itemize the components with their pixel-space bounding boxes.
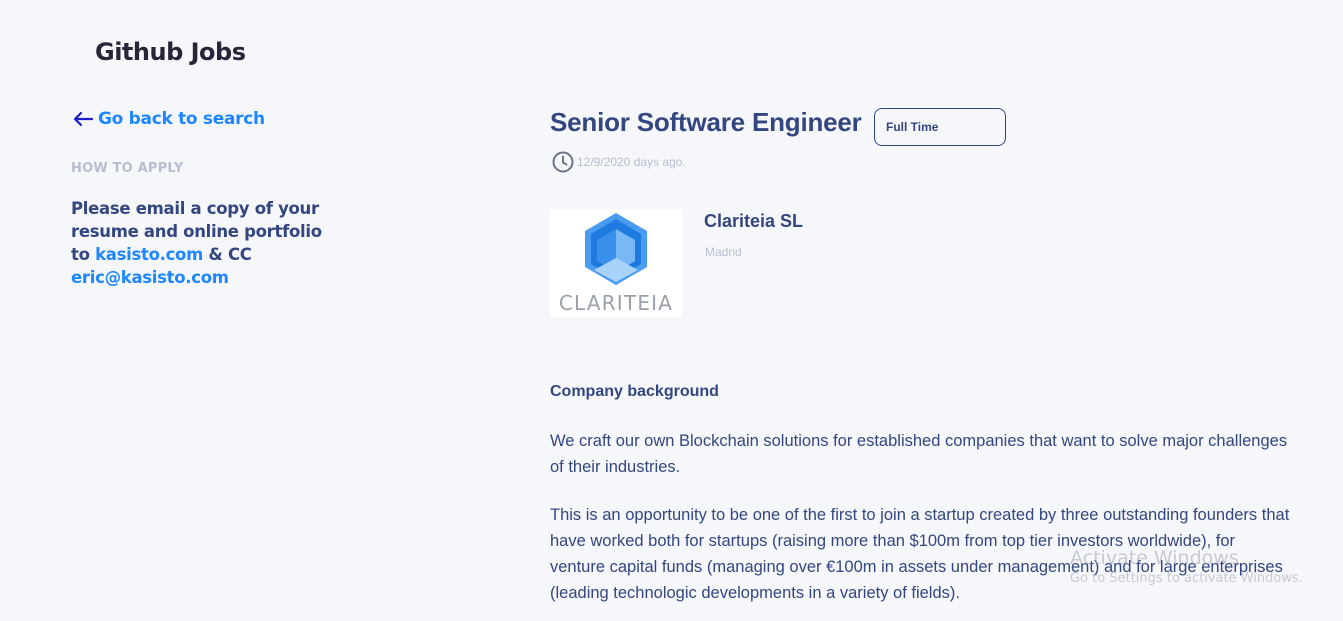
how-to-apply-heading: HOW TO APPLY	[71, 161, 184, 176]
apply-text-2: & CC	[202, 245, 252, 264]
section-heading: Company background	[550, 383, 719, 400]
apply-link-email[interactable]: eric@kasisto.com	[71, 268, 229, 287]
company-logo: CLARITEIA	[550, 210, 682, 317]
job-type-badge: Full Time	[874, 108, 1006, 146]
logo-wordmark: CLARITEIA	[559, 291, 673, 315]
go-back-label: Go back to search	[98, 109, 265, 129]
company-location: Madrid	[705, 245, 742, 259]
apply-link-website[interactable]: kasisto.com	[95, 245, 203, 264]
company-name: Clariteia SL	[704, 211, 804, 231]
arrow-left-icon	[73, 111, 94, 127]
go-back-link[interactable]: Go back to search	[72, 109, 265, 129]
clariteia-logo: CLARITEIA	[559, 213, 673, 315]
clock-icon	[552, 151, 574, 173]
posted-date: 12/9/2020 days ago.	[551, 150, 686, 174]
description-paragraph: This is an opportunity to be one of the …	[550, 506, 1290, 602]
apply-instructions: Please email a copy of your resume and o…	[71, 197, 341, 289]
description-paragraph: We craft our own Blockchain solutions fo…	[550, 432, 1288, 476]
app-brand-title: Github Jobs	[95, 38, 246, 66]
job-title: Senior Software Engineer	[550, 107, 862, 137]
posted-date-text: 12/9/2020 days ago.	[577, 155, 686, 169]
